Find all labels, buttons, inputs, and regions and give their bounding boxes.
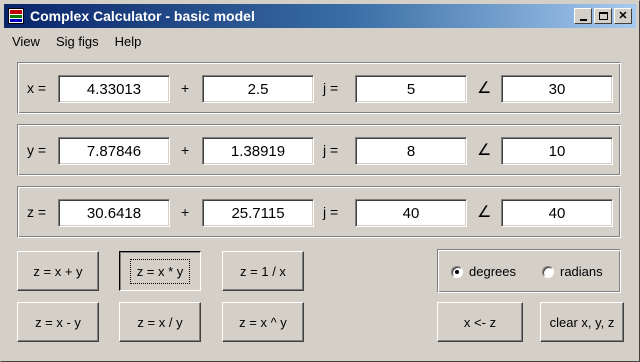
- multiply-button[interactable]: z = x * y: [119, 251, 201, 291]
- z-imag-field[interactable]: [202, 199, 314, 227]
- menu-view[interactable]: View: [4, 34, 48, 49]
- y-magnitude-field[interactable]: [355, 137, 467, 165]
- y-angle-field[interactable]: [501, 137, 613, 165]
- window-title: Complex Calculator - basic model: [30, 8, 255, 24]
- y-real-field[interactable]: [58, 137, 170, 165]
- reciprocal-button[interactable]: z = 1 / x: [222, 251, 304, 291]
- x-label: x =: [27, 80, 47, 96]
- plus-sign: +: [181, 204, 190, 220]
- plus-sign: +: [181, 142, 190, 158]
- radio-checked-icon: [451, 265, 463, 278]
- y-label: y =: [27, 142, 47, 158]
- z-label: z =: [27, 204, 47, 220]
- maximize-icon: [598, 12, 608, 20]
- angle-icon: ∠: [477, 80, 492, 97]
- copy-z-to-x-button[interactable]: x <- z: [437, 302, 523, 342]
- degrees-radio[interactable]: degrees: [451, 264, 516, 279]
- app-icon: [8, 8, 24, 24]
- close-button[interactable]: ✕: [614, 8, 632, 24]
- j-equals-label: j =: [323, 204, 339, 220]
- radio-unchecked-icon: [542, 265, 554, 278]
- degrees-label: degrees: [469, 264, 516, 279]
- x-magnitude-field[interactable]: [355, 75, 467, 103]
- z-real-field[interactable]: [58, 199, 170, 227]
- subtract-button[interactable]: z = x - y: [17, 302, 99, 342]
- x-real-field[interactable]: [58, 75, 170, 103]
- clear-button[interactable]: clear x, y, z: [540, 302, 624, 342]
- y-row: y = + j = ∠: [17, 124, 621, 176]
- add-button[interactable]: z = x + y: [17, 251, 99, 291]
- j-equals-label: j =: [323, 142, 339, 158]
- title-bar[interactable]: Complex Calculator - basic model ✕: [4, 4, 636, 28]
- x-angle-field[interactable]: [501, 75, 613, 103]
- x-imag-field[interactable]: [202, 75, 314, 103]
- multiply-button-label: z = x * y: [129, 258, 191, 284]
- z-angle-field[interactable]: [501, 199, 613, 227]
- z-magnitude-field[interactable]: [355, 199, 467, 227]
- divide-button[interactable]: z = x / y: [119, 302, 201, 342]
- menu-sig-figs[interactable]: Sig figs: [48, 34, 107, 49]
- angle-icon: ∠: [477, 142, 492, 159]
- radians-radio[interactable]: radians: [542, 264, 603, 279]
- j-equals-label: j =: [323, 80, 339, 96]
- angle-icon: ∠: [477, 204, 492, 221]
- calculator-window: Complex Calculator - basic model ✕ View …: [0, 0, 640, 362]
- angle-units-group: degrees radians: [437, 249, 621, 293]
- maximize-button[interactable]: [594, 8, 612, 24]
- y-imag-field[interactable]: [202, 137, 314, 165]
- power-button[interactable]: z = x ^ y: [222, 302, 304, 342]
- radians-label: radians: [560, 264, 603, 279]
- x-row: x = + j = ∠: [17, 62, 621, 114]
- z-row: z = + j = ∠: [17, 186, 621, 238]
- minimize-icon: [579, 18, 587, 21]
- minimize-button[interactable]: [574, 8, 592, 24]
- menu-help[interactable]: Help: [107, 34, 150, 49]
- menu-bar: View Sig figs Help: [4, 31, 149, 51]
- plus-sign: +: [181, 80, 190, 96]
